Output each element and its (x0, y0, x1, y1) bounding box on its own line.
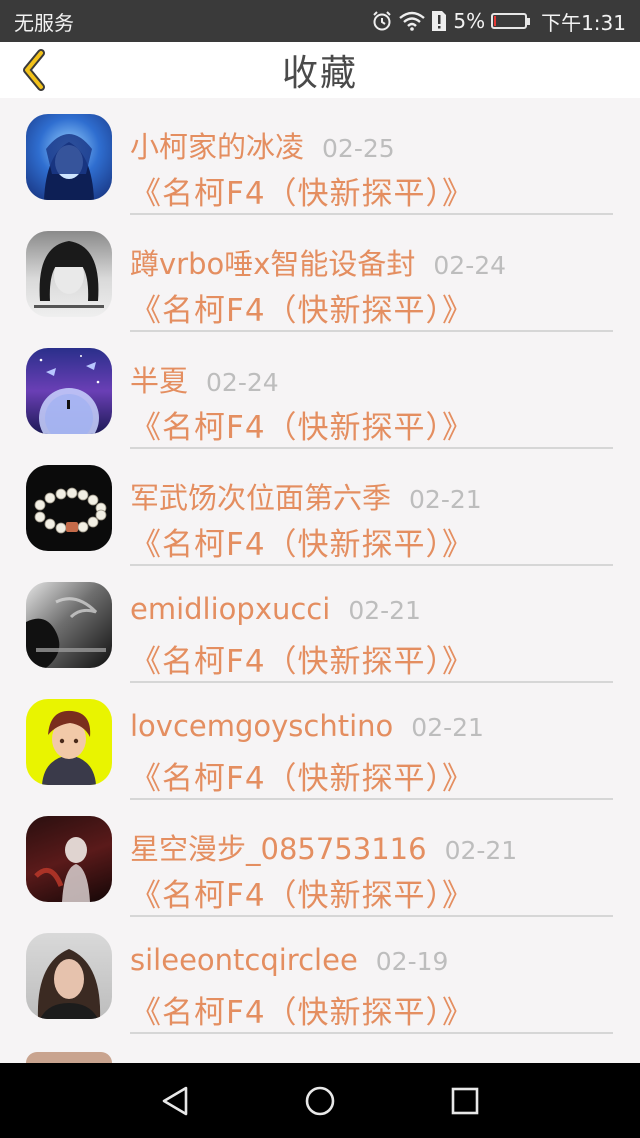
avatar[interactable] (26, 1052, 112, 1063)
favorites-list[interactable]: 小柯家的冰凌 02-25 《名柯F4（快新探平）》 蹲vrbo唾x智能设备封 0… (0, 98, 640, 1063)
favorite-date: 02-21 (348, 596, 421, 625)
back-button[interactable] (14, 49, 54, 91)
list-item[interactable]: emidliopxucci 02-21 《名柯F4（快新探平）》 (0, 566, 640, 683)
clock: 下午1:31 (541, 10, 626, 35)
work-title[interactable]: 《名柯F4（快新探平）》 (130, 168, 474, 213)
avatar[interactable] (26, 933, 112, 1019)
name-row: 小柯家的冰凌 02-25 (130, 124, 395, 166)
user-name[interactable]: 半夏 (130, 358, 188, 400)
work-title[interactable]: 《名柯F4（快新探平）》 (130, 285, 474, 330)
battery-icon (491, 13, 531, 29)
avatar[interactable] (26, 465, 112, 551)
user-name[interactable]: 星空漫步_085753116 (130, 826, 427, 868)
user-name[interactable]: lovcemgoyschtino (130, 709, 393, 743)
favorite-date: 02-25 (322, 134, 395, 163)
avatar[interactable] (26, 114, 112, 200)
name-row: 半夏 02-24 (130, 358, 279, 400)
battery-percent: 5% (453, 9, 486, 33)
back-triangle-icon (162, 1086, 188, 1115)
work-title[interactable]: 《名柯F4（快新探平）》 (130, 402, 474, 447)
sim-alert-icon (431, 10, 447, 32)
user-name[interactable]: emidliopxucci (130, 592, 330, 626)
list-item[interactable]: 星空漫步_085753116 02-21 《名柯F4（快新探平）》 (0, 800, 640, 917)
list-item[interactable]: sileeontcqirclee 02-19 《名柯F4（快新探平）》 (0, 917, 640, 1034)
name-row: sileeontcqirclee 02-19 (130, 943, 448, 977)
work-title[interactable]: 《名柯F4（快新探平）》 (130, 636, 474, 681)
name-row: lovcemgoyschtino 02-21 (130, 709, 484, 743)
favorite-date: 02-24 (433, 251, 507, 280)
avatar[interactable] (26, 582, 112, 668)
user-name[interactable]: 小柯家的冰凌 (130, 124, 304, 166)
nav-home-button[interactable] (300, 1081, 340, 1121)
avatar[interactable] (26, 231, 112, 317)
work-title[interactable]: 《名柯F4（快新探平）》 (130, 519, 474, 564)
title-bar: 收藏 (0, 42, 640, 98)
carrier-label: 无服务 (14, 10, 74, 35)
favorite-date: 02-19 (375, 947, 449, 976)
list-item[interactable]: 蹲vrbo唾x智能设备封 02-24 《名柯F4（快新探平）》 (0, 215, 640, 332)
avatar[interactable] (26, 348, 112, 434)
nav-recents-button[interactable] (445, 1081, 485, 1121)
status-icons: 5% 下午1:31 (371, 7, 626, 36)
user-name[interactable]: sileeontcqirclee (130, 943, 358, 977)
user-name[interactable]: 蹲vrbo唾x智能设备封 (130, 241, 415, 283)
name-row: 星空漫步_085753116 02-21 (130, 826, 517, 868)
wifi-icon (399, 11, 426, 31)
recents-square-icon (451, 1087, 479, 1114)
list-item[interactable]: 军武饧次位面第六季 02-21 《名柯F4（快新探平）》 (0, 449, 640, 566)
user-name[interactable]: 军武饧次位面第六季 (130, 475, 391, 517)
avatar[interactable] (26, 816, 112, 902)
favorite-date: 02-21 (444, 836, 518, 865)
work-title[interactable]: 《名柯F4（快新探平）》 (130, 987, 474, 1032)
favorite-date: 02-24 (206, 368, 279, 397)
home-circle-icon (305, 1086, 335, 1115)
list-item[interactable]: 半夏 02-24 《名柯F4（快新探平）》 (0, 332, 640, 449)
nav-back-button[interactable] (155, 1081, 195, 1121)
navigation-bar (0, 1063, 640, 1138)
work-title[interactable]: 《名柯F4（快新探平）》 (130, 870, 474, 915)
name-row: emidliopxucci 02-21 (130, 592, 421, 626)
page-title: 收藏 (281, 53, 358, 94)
list-item[interactable]: lovcemgoyschtino 02-21 《名柯F4（快新探平）》 (0, 683, 640, 800)
name-row: 蹲vrbo唾x智能设备封 02-24 (130, 241, 506, 283)
alarm-icon (371, 10, 393, 32)
work-title[interactable]: 《名柯F4（快新探平）》 (130, 753, 474, 798)
battery-level-fill (494, 16, 497, 26)
name-row: 军武饧次位面第六季 02-21 (130, 475, 482, 517)
chevron-left-icon (23, 49, 45, 91)
divider (130, 1032, 613, 1034)
favorite-date: 02-21 (411, 713, 484, 742)
status-bar: 无服务 5% 下午1:31 (0, 0, 640, 42)
avatar[interactable] (26, 699, 112, 785)
list-item[interactable]: 小柯家的冰凌 02-25 《名柯F4（快新探平）》 (0, 98, 640, 215)
favorite-date: 02-21 (409, 485, 482, 514)
